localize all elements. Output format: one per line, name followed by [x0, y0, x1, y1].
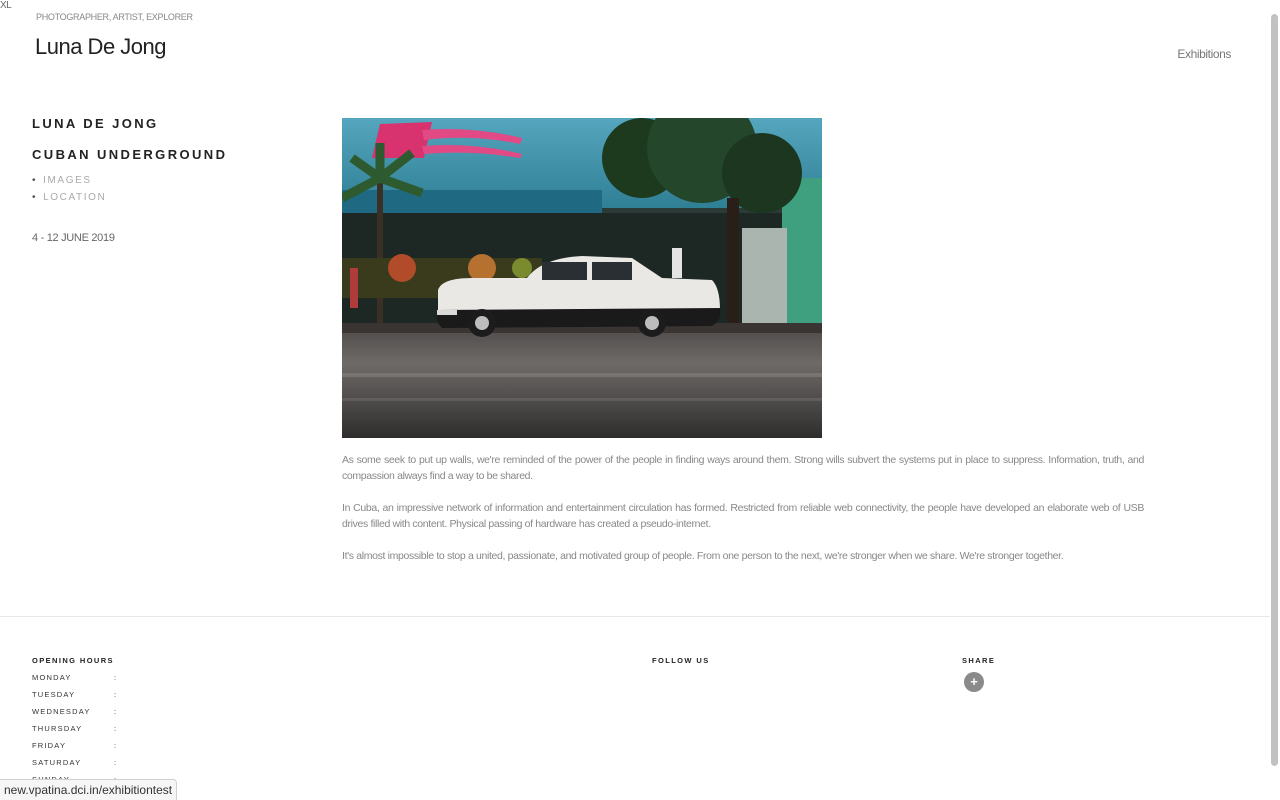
subnav-item-location[interactable]: • LOCATION	[32, 189, 312, 206]
exhibition-dates: 4 - 12 JUNE 2019	[32, 232, 115, 244]
hours-separator: :	[114, 707, 118, 716]
exhibition-title: CUBAN UNDERGROUND	[32, 147, 228, 162]
hours-day: SATURDAY	[32, 758, 82, 767]
bullet-icon: •	[32, 175, 38, 186]
hours-day: THURSDAY	[32, 724, 83, 733]
description-paragraph: As some seek to put up walls, we're remi…	[342, 454, 1144, 482]
share-heading: SHARE	[962, 656, 996, 665]
scrollbar-thumb[interactable]	[1271, 14, 1278, 766]
hours-day: TUESDAY	[32, 690, 76, 699]
description-paragraph: It's almost impossible to stop a united,…	[342, 550, 1064, 562]
hours-row-tuesday: TUESDAY:	[32, 690, 162, 707]
nav-link-exhibitions[interactable]: Exhibitions	[1177, 47, 1231, 61]
hours-row-thursday: THURSDAY:	[32, 724, 162, 741]
follow-us-heading: FOLLOW US	[652, 656, 710, 665]
exhibition-description: As some seek to put up walls, we're remi…	[342, 452, 1144, 580]
site-brand-link[interactable]: Luna De Jong	[35, 34, 167, 60]
hours-row-wednesday: WEDNESDAY:	[32, 707, 162, 724]
footer-divider	[0, 616, 1270, 617]
opening-hours-list: MONDAY: TUESDAY: WEDNESDAY: THURSDAY: FR…	[32, 673, 162, 792]
hours-row-monday: MONDAY:	[32, 673, 162, 690]
exhibition-photo[interactable]	[342, 118, 822, 438]
description-paragraph: In Cuba, an impressive network of inform…	[342, 502, 1144, 530]
hours-row-friday: FRIDAY:	[32, 741, 162, 758]
artist-name: LUNA DE JONG	[32, 116, 159, 131]
hours-day: FRIDAY	[32, 741, 67, 750]
hours-separator: :	[114, 673, 118, 682]
hours-separator: :	[114, 724, 118, 733]
hours-separator: :	[114, 758, 118, 767]
hours-row-saturday: SATURDAY:	[32, 758, 162, 775]
share-plus-button[interactable]: +	[964, 672, 984, 692]
hours-separator: :	[114, 741, 118, 750]
link-status-bar: new.vpatina.dci.in/exhibitiontest	[0, 779, 178, 800]
opening-hours-heading: OPENING HOURS	[32, 656, 114, 665]
hours-day: WEDNESDAY	[32, 707, 91, 716]
hours-separator: :	[114, 690, 118, 699]
subnav-item-images[interactable]: • IMAGES	[32, 172, 312, 189]
page-scrollbar[interactable]	[1271, 0, 1278, 768]
site-tagline: PHOTOGRAPHER, ARTIST, EXPLORER	[36, 12, 193, 22]
bullet-icon: •	[32, 192, 38, 203]
debug-label: XL	[0, 0, 12, 11]
subnav-item-label: IMAGES	[43, 175, 92, 186]
subnav-item-label: LOCATION	[43, 192, 107, 203]
exhibition-sidebar: LUNA DE JONG CUBAN UNDERGROUND • IMAGES •…	[32, 116, 312, 244]
exhibition-subnav: • IMAGES • LOCATION	[32, 172, 312, 206]
hours-day: MONDAY	[32, 673, 72, 682]
